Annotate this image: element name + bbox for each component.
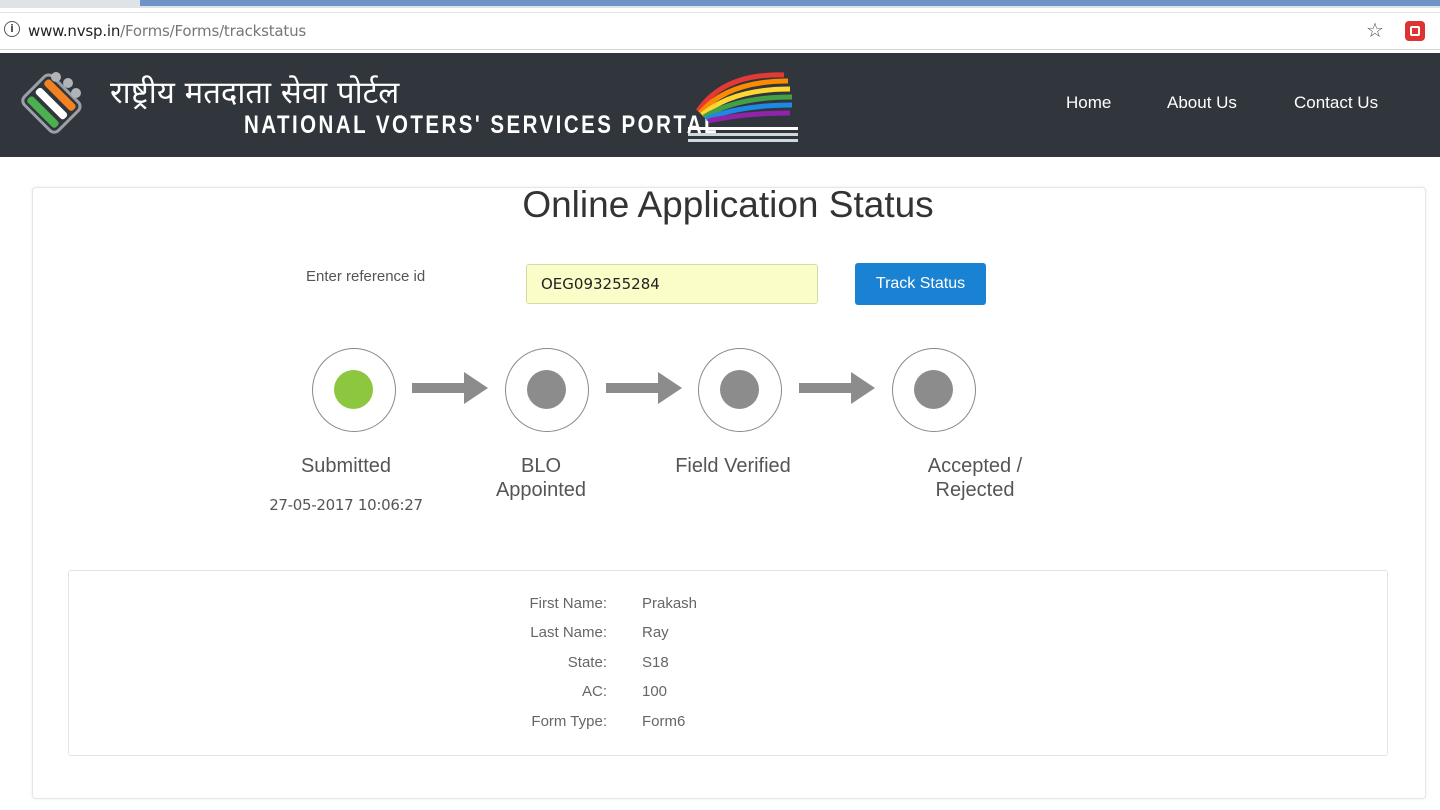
step-accepted-rejected-indicator [892,348,976,432]
nav-about-us[interactable]: About Us [1167,93,1237,113]
address-bar[interactable]: i www.nvsp.in/Forms/Forms/trackstatus ☆ [0,12,1440,50]
step-submitted-indicator [312,348,396,432]
step-field-verified-label: Field Verified [633,454,833,478]
arrow-right-icon [799,372,875,404]
detail-label: AC: [581,683,607,700]
step-label-line: Accepted / [927,455,1023,477]
detail-value: Ray [642,624,669,641]
step-submitted-dot [334,370,373,409]
step-submitted-date: 27-05-2017 10:06:27 [269,496,423,514]
step-submitted-label: Submitted [246,454,446,478]
detail-value: Prakash [642,595,698,612]
nav-contact-us[interactable]: Contact Us [1294,93,1378,113]
arrow-right-icon [412,372,488,404]
browser-active-tab[interactable] [140,0,1440,6]
detail-value: S18 [642,654,669,671]
arrow-right-icon [606,372,682,404]
detail-value: Form6 [642,713,686,730]
browser-tab-strip [0,0,1440,8]
bookmark-star-icon[interactable]: ☆ [1366,18,1384,42]
step-blo-appointed-label: BLO Appointed [441,454,641,502]
step-field-verified-indicator [698,348,782,432]
reference-id-label: Enter reference id [306,268,426,285]
detail-row-last-name: Last Name: Ray [69,624,1389,654]
detail-label: First Name: [529,595,607,612]
detail-label: Form Type: [531,713,607,730]
page-title: Online Application Status [522,184,934,225]
step-label-line: Rejected [935,479,1015,501]
detail-row-ac: AC: 100 [69,683,1389,713]
ballot-finger-logo-icon [21,72,82,134]
english-portal-title: NATIONAL VOTERS' SERVICES PORTAL [244,111,720,139]
info-icon[interactable]: i [4,21,20,37]
step-blo-appointed-dot [527,370,566,409]
step-label-line: Submitted [300,455,392,477]
detail-row-form-type: Form Type: Form6 [69,713,1389,743]
extension-icon[interactable] [1405,21,1425,41]
step-label-line: Field Verified [675,455,791,477]
url-host: www.nvsp.in [28,22,121,40]
track-status-button[interactable]: Track Status [855,263,986,305]
detail-label: State: [567,654,607,671]
url-path: /Forms/Forms/trackstatus [120,22,306,40]
nav-home[interactable]: Home [1066,93,1111,113]
step-accepted-rejected-dot [914,370,953,409]
url-text[interactable]: www.nvsp.in/Forms/Forms/trackstatus [28,22,306,40]
step-accepted-rejected-label: Accepted / Rejected [875,454,1075,502]
detail-row-state: State: S18 [69,654,1389,684]
detail-value: 100 [642,683,668,700]
step-label-line: BLO [520,455,562,477]
step-label-line: Appointed [495,479,587,501]
step-field-verified-dot [720,370,759,409]
applicant-details-panel: First Name: Prakash Last Name: Ray State… [68,570,1388,756]
step-blo-appointed-indicator [505,348,589,432]
detail-row-first-name: First Name: Prakash [69,595,1389,625]
site-header: राष्ट्रीय मतदाता सेवा पोर्टल NATIONAL VO… [0,53,1440,157]
hindi-portal-title: राष्ट्रीय मतदाता सेवा पोर्टल [110,75,400,111]
detail-label: Last Name: [530,624,607,641]
national-voters-day-logo-icon [688,72,798,142]
reference-id-input[interactable] [526,264,818,304]
